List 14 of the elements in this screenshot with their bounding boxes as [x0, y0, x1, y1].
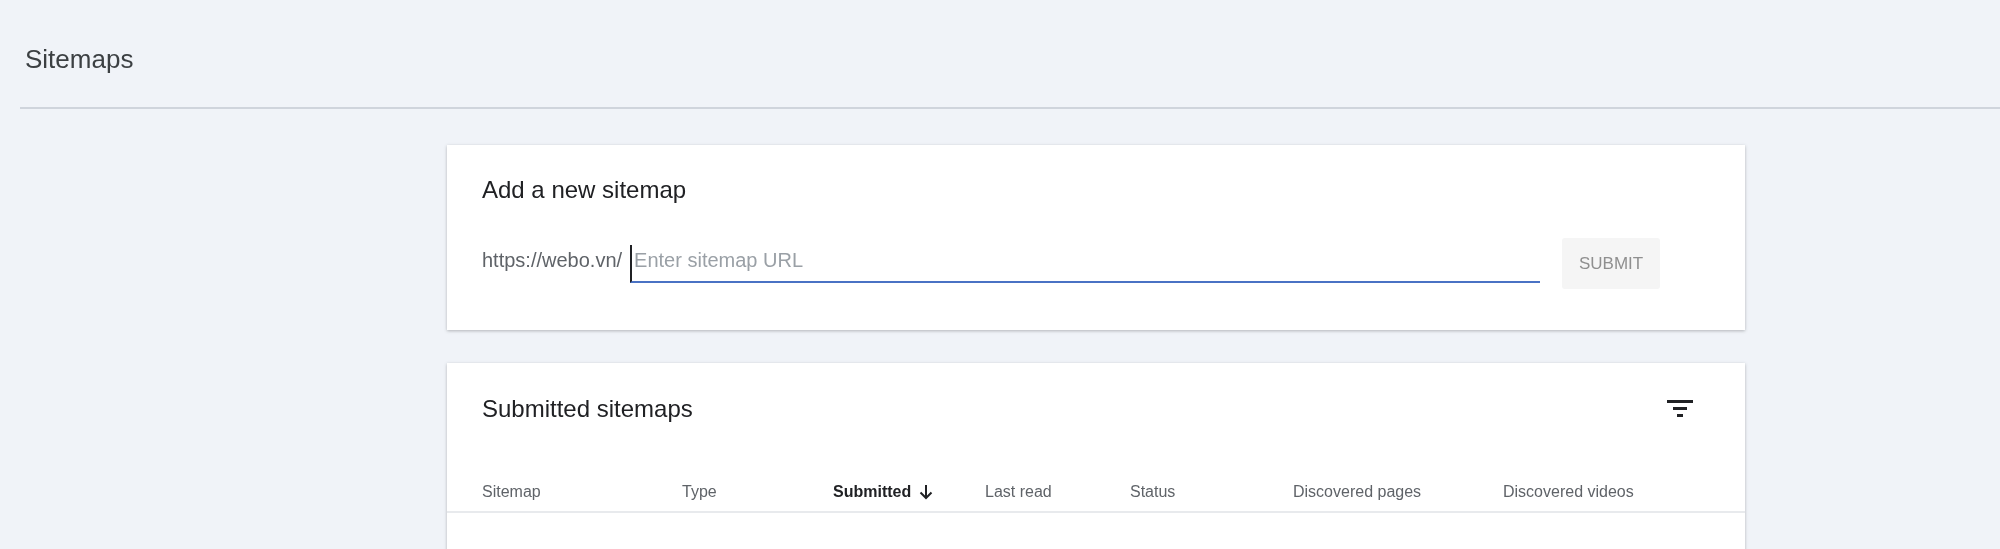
filter-icon[interactable]: [1667, 400, 1693, 418]
page-title: Sitemaps: [25, 44, 134, 74]
column-header[interactable]: Discovered videos: [1503, 480, 1634, 504]
column-header[interactable]: Last read: [985, 480, 1052, 504]
column-header[interactable]: Discovered pages: [1293, 480, 1422, 504]
column-header[interactable]: Type: [682, 480, 717, 504]
arrow-down-icon: [919, 484, 934, 500]
card-title: Submitted sitemaps: [482, 394, 693, 424]
sitemap-url-field[interactable]: Enter sitemap URL: [630, 245, 1541, 283]
card-title: Add a new sitemap: [482, 175, 688, 205]
url-prefix: https://webo.vn/: [482, 248, 623, 273]
column-header[interactable]: Status: [1130, 480, 1176, 504]
column-header[interactable]: Submitted: [833, 480, 912, 504]
column-header[interactable]: Sitemap: [482, 480, 541, 504]
